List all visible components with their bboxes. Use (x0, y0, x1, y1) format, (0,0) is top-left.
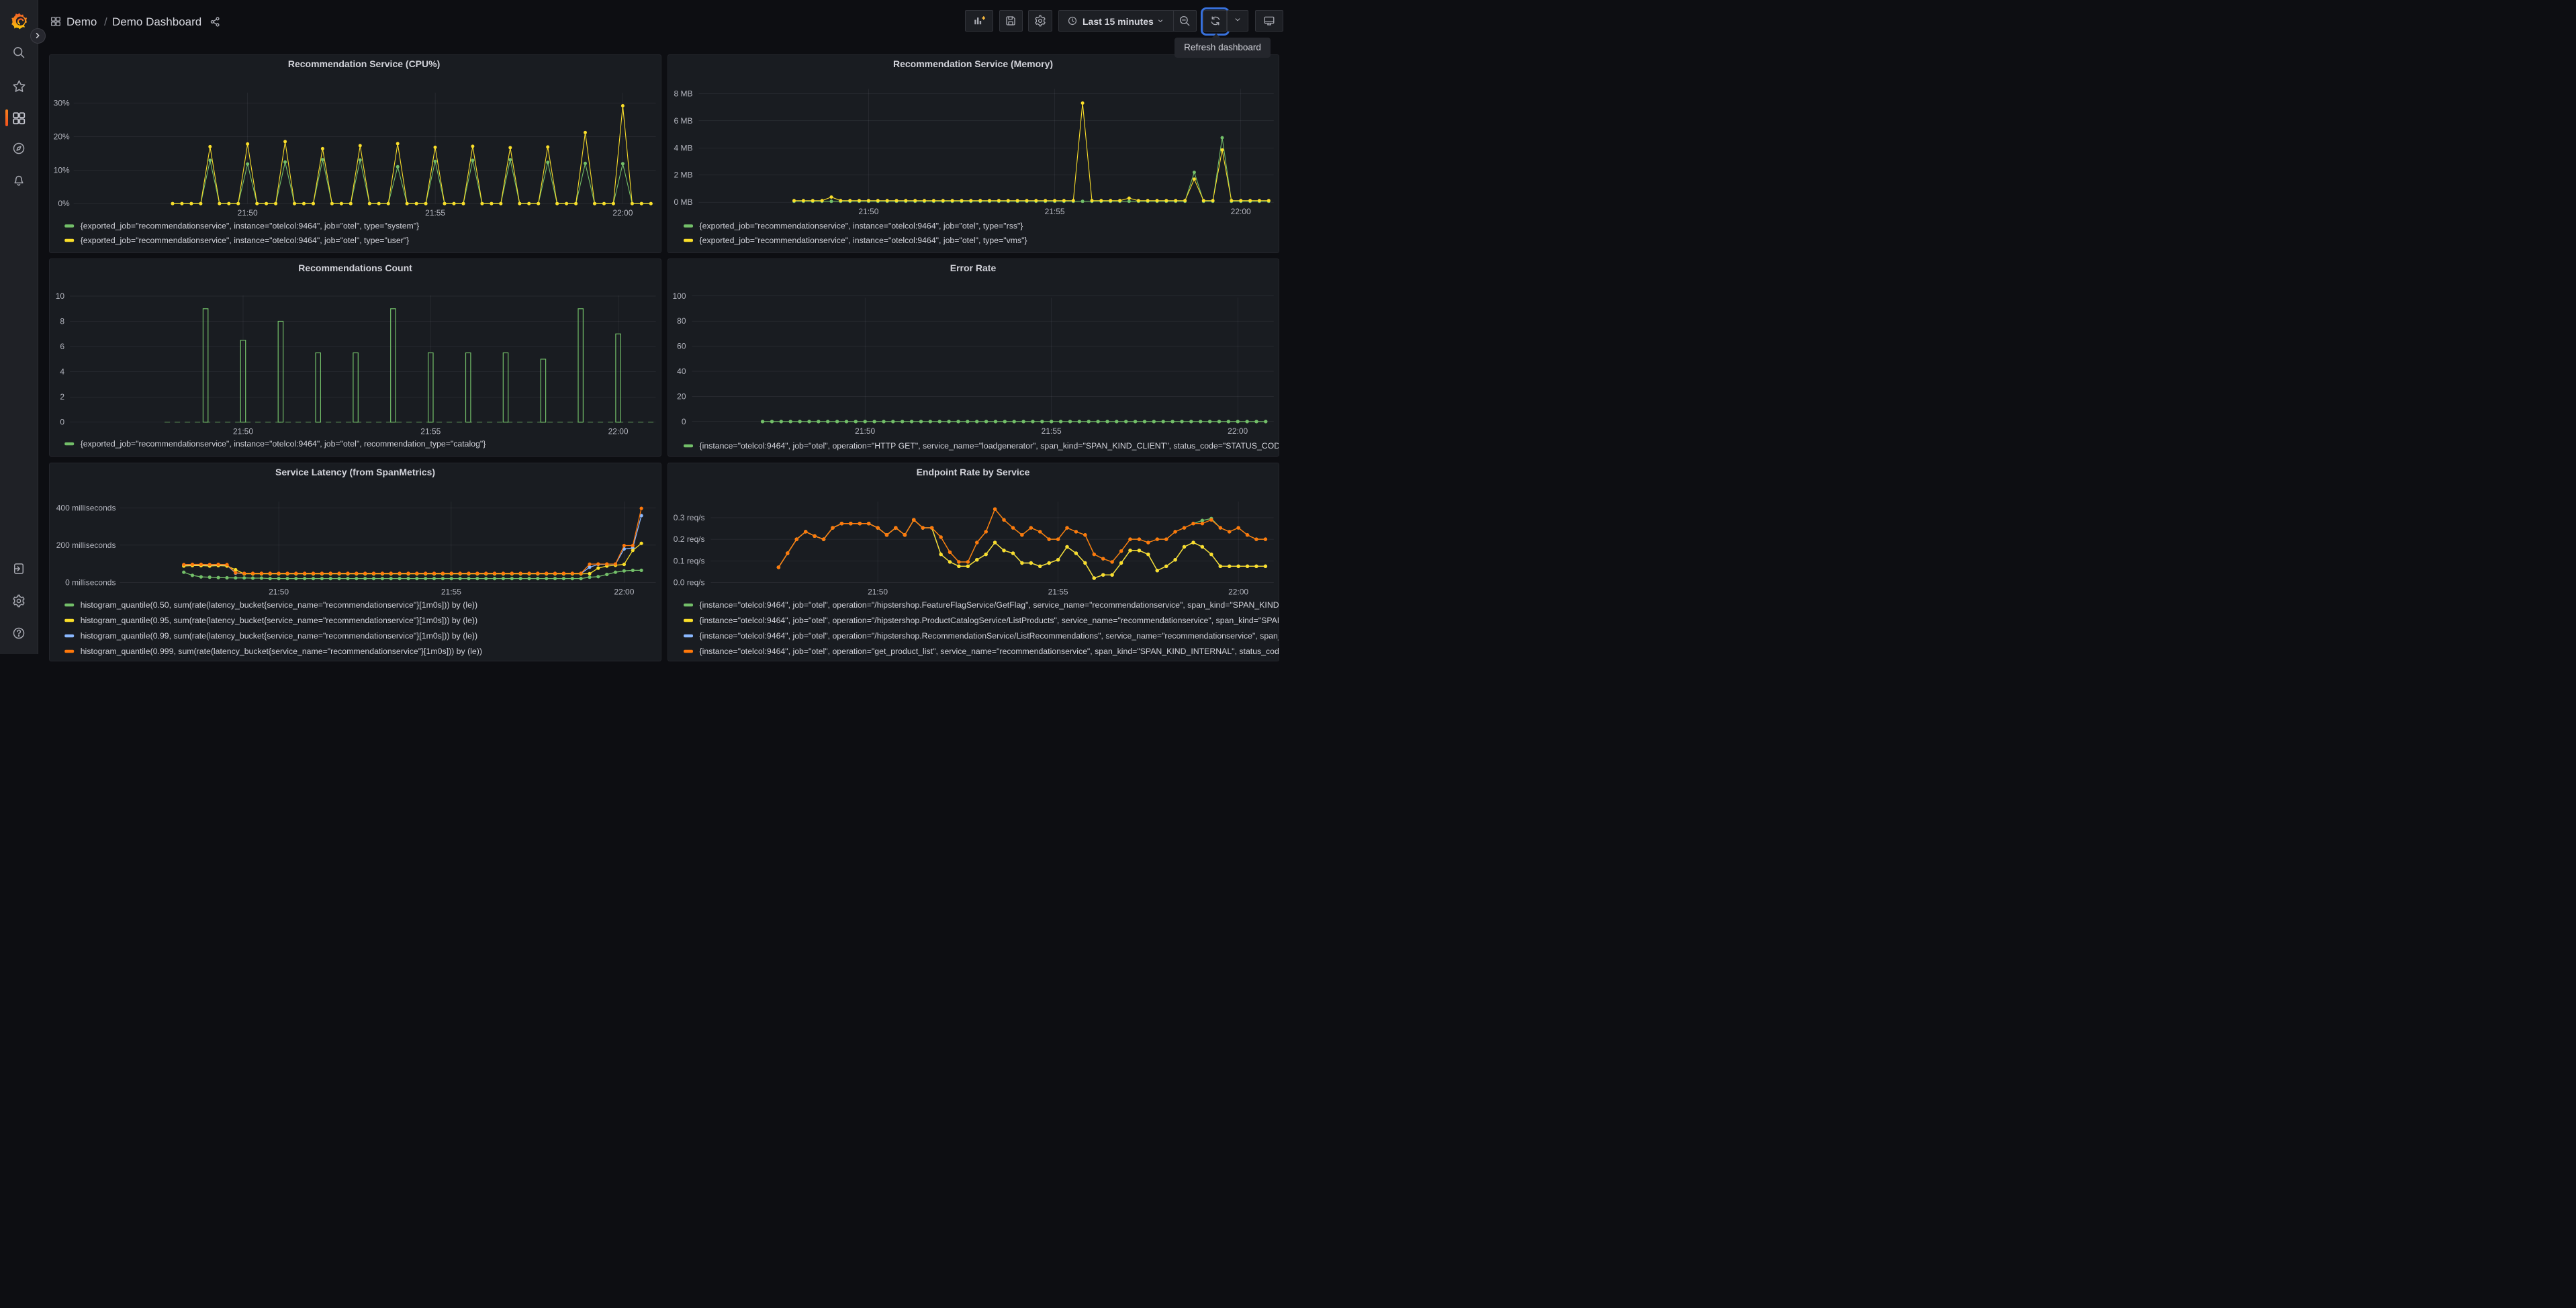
svg-text:6 MB: 6 MB (674, 115, 692, 125)
svg-text:8 MB: 8 MB (674, 89, 692, 98)
svg-text:22:00: 22:00 (1230, 207, 1250, 216)
svg-text:21:50: 21:50 (269, 587, 289, 596)
svg-text:200 milliseconds: 200 milliseconds (56, 541, 116, 550)
svg-text:{exported_job="recommendations: {exported_job="recommendationservice", i… (699, 221, 1023, 230)
svg-text:60: 60 (677, 342, 686, 351)
svg-text:{instance="otelcol:9464", job=: {instance="otelcol:9464", job="otel", op… (699, 631, 1279, 641)
svg-text:0 milliseconds: 0 milliseconds (65, 577, 116, 587)
svg-text:{instance="otelcol:9464", job=: {instance="otelcol:9464", job="otel", op… (699, 441, 1279, 451)
svg-text:histogram_quantile(0.99, sum(r: histogram_quantile(0.99, sum(rate(latenc… (81, 631, 477, 641)
svg-text:0.2 req/s: 0.2 req/s (673, 534, 704, 544)
svg-text:0.1 req/s: 0.1 req/s (673, 556, 704, 565)
svg-text:2 MB: 2 MB (674, 170, 692, 179)
svg-text:0.0 req/s: 0.0 req/s (673, 577, 704, 587)
svg-text:20: 20 (677, 391, 686, 401)
svg-text:21:50: 21:50 (238, 208, 258, 218)
svg-text:400 milliseconds: 400 milliseconds (56, 504, 116, 513)
svg-text:histogram_quantile(0.999, sum(: histogram_quantile(0.999, sum(rate(laten… (81, 647, 482, 656)
svg-text:20%: 20% (54, 132, 70, 141)
svg-text:30%: 30% (54, 98, 70, 107)
svg-text:{exported_job="recommendations: {exported_job="recommendationservice", i… (81, 221, 420, 230)
svg-text:4 MB: 4 MB (674, 143, 692, 152)
svg-text:21:50: 21:50 (855, 426, 875, 436)
svg-text:10%: 10% (54, 165, 70, 175)
svg-text:histogram_quantile(0.95, sum(r: histogram_quantile(0.95, sum(rate(latenc… (81, 616, 477, 625)
svg-text:22:00: 22:00 (1228, 587, 1248, 596)
svg-text:0: 0 (681, 417, 686, 426)
svg-text:22:00: 22:00 (614, 587, 635, 596)
svg-text:21:55: 21:55 (1048, 587, 1068, 596)
svg-text:22:00: 22:00 (608, 427, 629, 436)
svg-text:21:50: 21:50 (233, 427, 253, 436)
svg-text:0: 0 (60, 418, 65, 427)
svg-text:21:55: 21:55 (425, 208, 445, 218)
svg-text:21:55: 21:55 (1044, 207, 1064, 216)
svg-text:100: 100 (672, 291, 686, 301)
svg-text:22:00: 22:00 (1228, 426, 1248, 436)
svg-text:0.3 req/s: 0.3 req/s (673, 513, 704, 522)
svg-text:21:50: 21:50 (858, 207, 878, 216)
svg-text:2: 2 (60, 392, 65, 402)
svg-text:40: 40 (677, 367, 686, 376)
svg-text:{exported_job="recommendations: {exported_job="recommendationservice", i… (81, 439, 486, 449)
svg-text:6: 6 (60, 342, 65, 351)
svg-text:{instance="otelcol:9464", job=: {instance="otelcol:9464", job="otel", op… (699, 647, 1279, 656)
svg-text:{instance="otelcol:9464", job=: {instance="otelcol:9464", job="otel", op… (699, 600, 1279, 610)
svg-text:{exported_job="recommendations: {exported_job="recommendationservice", i… (699, 236, 1027, 245)
svg-text:80: 80 (677, 316, 686, 326)
svg-text:21:55: 21:55 (1041, 426, 1061, 436)
svg-text:21:55: 21:55 (441, 587, 461, 596)
svg-text:0%: 0% (58, 199, 71, 208)
svg-text:8: 8 (60, 317, 65, 326)
svg-text:{instance="otelcol:9464", job=: {instance="otelcol:9464", job="otel", op… (699, 616, 1279, 625)
svg-text:10: 10 (56, 291, 65, 301)
svg-text:histogram_quantile(0.50, sum(r: histogram_quantile(0.50, sum(rate(latenc… (81, 600, 477, 610)
svg-text:21:55: 21:55 (421, 427, 441, 436)
svg-text:0 MB: 0 MB (674, 197, 692, 207)
svg-text:4: 4 (60, 367, 65, 377)
svg-text:21:50: 21:50 (868, 587, 888, 596)
svg-text:{exported_job="recommendations: {exported_job="recommendationservice", i… (81, 236, 410, 245)
svg-text:22:00: 22:00 (613, 208, 633, 218)
